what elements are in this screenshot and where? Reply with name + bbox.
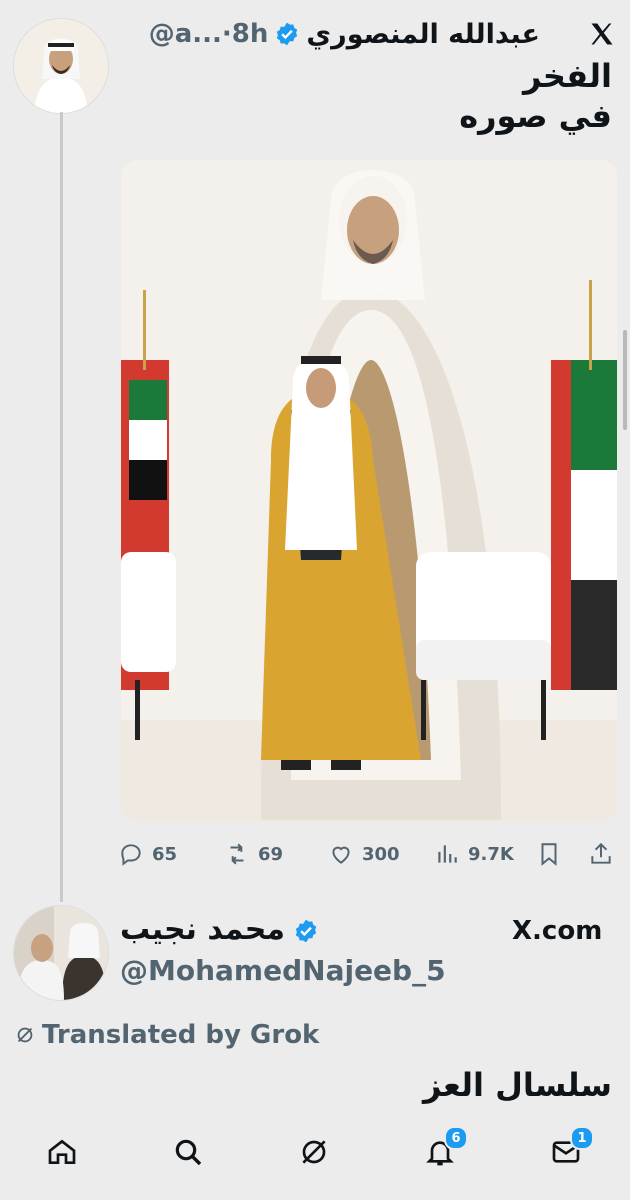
tab-home[interactable] (42, 1132, 82, 1172)
home-icon (48, 1139, 76, 1164)
views-icon (438, 845, 457, 863)
handle[interactable]: @MohamedNajeeb_5 (120, 954, 446, 987)
avatar[interactable] (13, 905, 109, 1001)
repost-button[interactable]: 69 (224, 838, 283, 870)
tweet-actions: 65 69 300 9.7K (118, 838, 618, 870)
thread-line (60, 112, 63, 902)
grok-icon (302, 1140, 326, 1164)
tab-messages[interactable]: 1 (546, 1126, 594, 1172)
photo-illustration (121, 160, 617, 822)
grok-icon (17, 1027, 33, 1043)
repost-count: 69 (258, 843, 284, 865)
views-button[interactable]: 9.7K (434, 838, 514, 870)
tab-notifications[interactable]: 6 (420, 1126, 468, 1172)
like-button[interactable]: 300 (328, 838, 400, 870)
verified-badge-icon (274, 21, 300, 47)
share-icon (591, 842, 611, 864)
tweet2-author[interactable]: محمد نجيب (120, 912, 319, 947)
source-link[interactable]: X.com (512, 916, 602, 946)
tweet-text-line: الفخر (523, 57, 612, 95)
notifications-badge: 6 (444, 1126, 468, 1150)
like-count: 300 (362, 843, 400, 865)
bottom-tab-bar: 6 1 (0, 1118, 630, 1200)
tweet-text: سلسال العز (423, 1066, 612, 1104)
tab-grok[interactable] (294, 1132, 334, 1172)
reply-icon (121, 844, 141, 866)
tweet-text: الفخر في صوره (459, 56, 612, 136)
bookmark-button[interactable] (536, 838, 562, 870)
scrollbar[interactable] (623, 330, 627, 430)
reply-count: 65 (152, 843, 178, 865)
bookmark-icon (541, 843, 557, 866)
repost-icon (230, 843, 244, 865)
verified-badge-icon (293, 917, 319, 943)
messages-badge: 1 (570, 1126, 594, 1150)
tab-search[interactable] (168, 1132, 208, 1172)
display-name[interactable]: عبدالله المنصوري (306, 19, 540, 50)
reply-button[interactable]: 65 (118, 838, 177, 870)
share-button[interactable] (588, 838, 614, 870)
x-logo-icon[interactable] (588, 20, 616, 48)
tweet-header: @a...·8h عبدالله المنصوري (120, 14, 540, 54)
like-icon (332, 846, 350, 864)
tweet-photo[interactable] (121, 160, 617, 822)
translated-by-grok[interactable]: Translated by Grok (14, 1020, 319, 1050)
display-name[interactable]: محمد نجيب (120, 912, 285, 947)
views-count: 9.7K (468, 843, 514, 865)
translated-label: Translated by Grok (42, 1020, 320, 1050)
handle-time[interactable]: @a...·8h (149, 19, 269, 49)
tweet-text-line: في صوره (459, 97, 612, 135)
avatar[interactable] (13, 18, 109, 114)
search-icon (175, 1139, 202, 1166)
